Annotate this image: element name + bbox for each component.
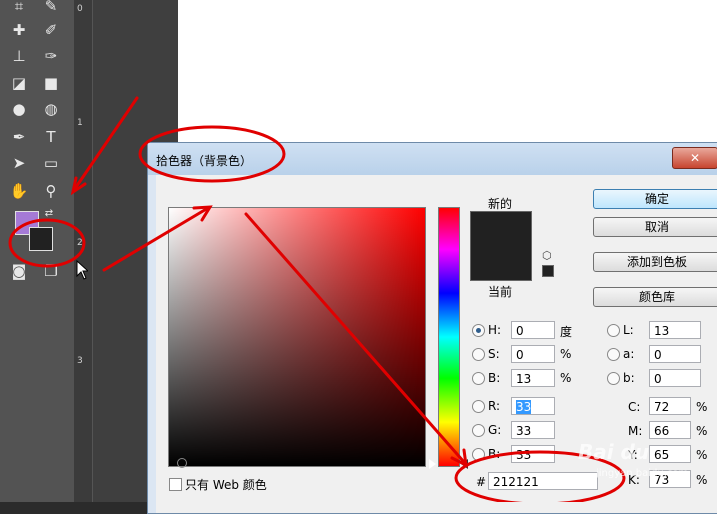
screen-mode-icon[interactable]: ❐ bbox=[40, 261, 62, 281]
ruler-mark: 0 bbox=[77, 4, 83, 14]
close-button[interactable]: ✕ bbox=[672, 147, 717, 169]
s-radio[interactable] bbox=[472, 348, 485, 361]
brush-tool-icon[interactable]: ✐ bbox=[40, 20, 62, 40]
rgb-b-input[interactable]: 33 bbox=[511, 445, 555, 463]
add-to-swatches-button[interactable]: 添加到色板 bbox=[593, 252, 717, 272]
ruler-mark: 3 bbox=[77, 356, 83, 366]
h-radio[interactable] bbox=[472, 324, 485, 337]
l-input[interactable]: 13 bbox=[649, 321, 701, 339]
c-input[interactable]: 72 bbox=[649, 397, 691, 415]
hue-slider-right-arrow-icon[interactable] bbox=[461, 459, 468, 469]
current-color-label: 当前 bbox=[488, 285, 513, 299]
color-preview[interactable] bbox=[470, 211, 532, 281]
web-colors-only-checkbox[interactable] bbox=[169, 478, 182, 491]
color-libraries-button[interactable]: 颜色库 bbox=[593, 287, 717, 307]
r-radio[interactable] bbox=[472, 400, 485, 413]
hex-label: # bbox=[476, 475, 487, 489]
g-input[interactable]: 33 bbox=[511, 421, 555, 439]
color-picker-marker[interactable] bbox=[177, 458, 187, 468]
h-unit: 度 bbox=[560, 325, 573, 339]
dodge-tool-icon[interactable]: ◍ bbox=[40, 99, 62, 119]
m-input[interactable]: 66 bbox=[649, 421, 691, 439]
a-label: a: bbox=[623, 347, 635, 361]
r-label: R: bbox=[488, 399, 501, 413]
lab-b-label: b: bbox=[623, 371, 635, 385]
zoom-tool-icon[interactable]: ⚲ bbox=[40, 181, 62, 201]
rgb-b-radio[interactable] bbox=[472, 448, 485, 461]
background-color-swatch[interactable] bbox=[29, 227, 53, 251]
a-input[interactable]: 0 bbox=[649, 345, 701, 363]
ruler-mark: 2 bbox=[77, 238, 83, 248]
dialog-title: 拾色器（背景色） bbox=[156, 154, 253, 168]
healing-brush-tool-icon[interactable]: ✚ bbox=[8, 20, 30, 40]
color-field[interactable] bbox=[168, 207, 426, 468]
crop-tool-icon[interactable]: ⌗ bbox=[8, 0, 30, 16]
dialog-titlebar[interactable]: 拾色器（背景色） ✕ bbox=[148, 143, 717, 175]
h-input[interactable]: 0 bbox=[511, 321, 555, 339]
g-radio[interactable] bbox=[472, 424, 485, 437]
y-unit: % bbox=[696, 448, 708, 462]
web-safe-icon[interactable] bbox=[542, 265, 554, 277]
path-selection-tool-icon[interactable]: ➤ bbox=[8, 153, 30, 173]
eraser-tool-icon[interactable]: ◪ bbox=[8, 73, 30, 93]
a-radio[interactable] bbox=[607, 348, 620, 361]
ok-button[interactable]: 确定 bbox=[593, 189, 717, 209]
h-label: H: bbox=[488, 323, 502, 337]
r-input-value: 33 bbox=[516, 400, 532, 414]
cancel-button[interactable]: 取消 bbox=[593, 217, 717, 237]
document-canvas[interactable] bbox=[178, 0, 717, 150]
hue-slider[interactable] bbox=[438, 207, 460, 467]
g-label: G: bbox=[488, 423, 502, 437]
ruler-mark: 1 bbox=[77, 118, 83, 128]
stamp-tool-icon[interactable]: ⊥ bbox=[8, 46, 30, 66]
watermark: Bai du bbox=[578, 440, 650, 464]
eyedropper-tool-icon[interactable]: ✎ bbox=[40, 0, 62, 16]
s-unit: % bbox=[560, 347, 572, 361]
pen-tool-icon[interactable]: ✒ bbox=[8, 127, 30, 147]
tools-panel: ⌗ ✎ ✚ ✐ ⊥ ✑ ◪ ■ ● ◍ ✒ T ➤ ▭ ✋ ⚲ ⇄ ◙ ❐ bbox=[0, 0, 75, 502]
mouse-cursor-icon bbox=[76, 260, 88, 280]
hue-slider-left-arrow-icon[interactable] bbox=[429, 459, 436, 469]
m-unit: % bbox=[696, 424, 708, 438]
hex-input[interactable]: 212121 bbox=[488, 472, 598, 490]
c-label: C: bbox=[628, 400, 641, 414]
web-colors-only-label: 只有 Web 颜色 bbox=[185, 478, 267, 492]
quick-mask-icon[interactable]: ◙ bbox=[8, 261, 30, 281]
rectangle-tool-icon[interactable]: ▭ bbox=[40, 153, 62, 173]
swap-colors-icon[interactable]: ⇄ bbox=[38, 204, 60, 224]
b-unit: % bbox=[560, 371, 572, 385]
l-radio[interactable] bbox=[607, 324, 620, 337]
m-label: M: bbox=[628, 424, 643, 438]
b-label: B: bbox=[488, 371, 501, 385]
lab-b-input[interactable]: 0 bbox=[649, 369, 701, 387]
vertical-ruler: 0 1 2 3 bbox=[74, 0, 93, 502]
r-input[interactable]: 33 bbox=[511, 397, 555, 415]
s-label: S: bbox=[488, 347, 500, 361]
history-brush-tool-icon[interactable]: ✑ bbox=[40, 46, 62, 66]
l-label: L: bbox=[623, 323, 634, 337]
out-of-gamut-cube-icon[interactable]: ⬡ bbox=[542, 249, 552, 262]
gradient-tool-icon[interactable]: ■ bbox=[40, 73, 62, 93]
b-input[interactable]: 13 bbox=[511, 369, 555, 387]
c-unit: % bbox=[696, 400, 708, 414]
b-radio[interactable] bbox=[472, 372, 485, 385]
blur-tool-icon[interactable]: ● bbox=[8, 99, 30, 119]
y-input[interactable]: 65 bbox=[649, 445, 691, 463]
watermark-sub: jingyan.baidu.com bbox=[596, 468, 689, 479]
s-input[interactable]: 0 bbox=[511, 345, 555, 363]
k-unit: % bbox=[696, 473, 708, 487]
new-color-label: 新的 bbox=[488, 197, 513, 211]
type-tool-icon[interactable]: T bbox=[40, 127, 62, 147]
lab-b-radio[interactable] bbox=[607, 372, 620, 385]
hand-tool-icon[interactable]: ✋ bbox=[8, 181, 30, 201]
rgb-b-label: B: bbox=[488, 447, 501, 461]
